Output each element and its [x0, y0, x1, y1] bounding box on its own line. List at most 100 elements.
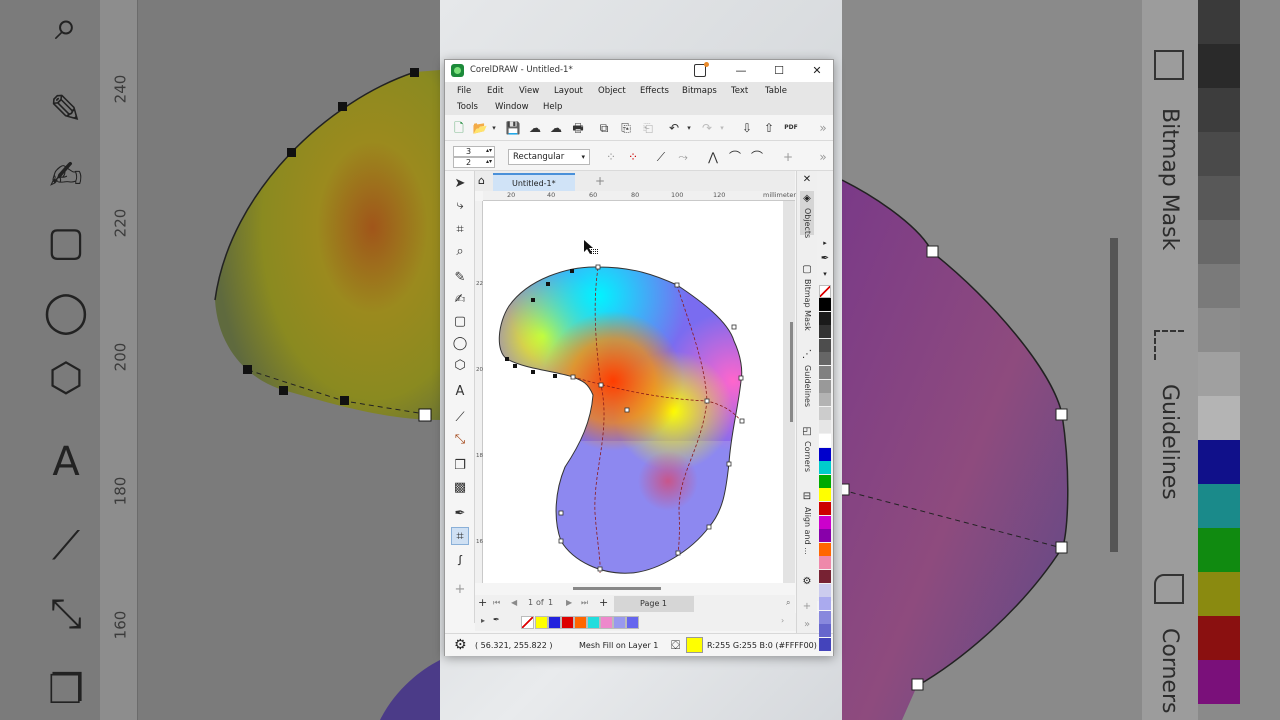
bitmap-mask-icon[interactable]: ▢	[801, 264, 813, 276]
palette-swatch[interactable]	[613, 616, 626, 629]
docker-more-icon[interactable]: »	[801, 619, 813, 631]
next-page-icon[interactable]: ▶	[566, 598, 572, 607]
palette-eyedropper-icon[interactable]: ✒	[493, 615, 500, 624]
tab-bitmap-mask[interactable]: Bitmap Mask	[803, 279, 812, 331]
menu-file[interactable]: File	[457, 86, 471, 96]
palette-swatch[interactable]	[819, 393, 831, 407]
palette-swatch[interactable]	[819, 338, 831, 352]
redo-icon[interactable]: ↷	[699, 120, 715, 136]
freehand-tool-icon[interactable]: ✎	[451, 269, 469, 287]
menu-table[interactable]: Table	[765, 86, 787, 96]
drawing-canvas[interactable]	[483, 201, 795, 583]
spin-arrows-icon[interactable]: ▴▾	[486, 146, 492, 156]
palette-swatch[interactable]	[819, 352, 831, 366]
first-page-icon[interactable]: ⏮	[493, 598, 500, 608]
paste-icon[interactable]: ⎗	[640, 120, 656, 136]
open-dropdown-icon[interactable]: ▾	[486, 120, 502, 136]
align-icon[interactable]: ⊟	[801, 491, 813, 503]
menu-layout[interactable]: Layout	[554, 86, 583, 96]
palette-scroll-icon[interactable]: ›	[781, 616, 784, 625]
add-icon[interactable]: +	[780, 149, 796, 165]
palette-swatch[interactable]	[819, 570, 831, 583]
maximize-button[interactable]: ☐	[767, 62, 791, 80]
tab-align[interactable]: Align and ...	[803, 507, 812, 555]
cloud-download-icon[interactable]: ☁	[527, 120, 543, 136]
eyedropper-tool-icon[interactable]: ✒	[451, 505, 469, 523]
horizontal-scrollbar[interactable]	[573, 587, 661, 590]
gear-icon[interactable]: ⚙	[454, 637, 467, 653]
more-options-icon[interactable]: »	[815, 120, 831, 136]
palette-swatch[interactable]	[819, 529, 831, 543]
menu-text[interactable]: Text	[731, 86, 748, 96]
menu-effects[interactable]: Effects	[640, 86, 669, 96]
undo-icon[interactable]: ↶	[666, 120, 682, 136]
docker-options-icon[interactable]: ⚙	[801, 576, 813, 588]
palette-up-icon[interactable]: ▸	[819, 237, 831, 249]
add-tool-icon[interactable]: +	[451, 581, 469, 599]
palette-swatch[interactable]	[819, 461, 831, 475]
tab-page-1[interactable]: Page 1	[614, 596, 694, 612]
palette-swatch[interactable]	[574, 616, 587, 629]
menu-window[interactable]: Window	[495, 102, 529, 112]
palette-swatch[interactable]	[819, 515, 831, 529]
no-color-swatch[interactable]	[521, 616, 534, 629]
palette-swatch[interactable]	[587, 616, 600, 629]
palette-swatch[interactable]	[819, 325, 831, 339]
redo-dropdown-icon[interactable]: ▾	[714, 120, 730, 136]
menu-help[interactable]: Help	[543, 102, 562, 112]
pick-tool-icon[interactable]: ➤	[451, 175, 469, 193]
minimize-button[interactable]: —	[729, 62, 753, 80]
more-options-icon[interactable]: »	[815, 149, 831, 165]
menu-view[interactable]: View	[519, 86, 539, 96]
copy-icon[interactable]: ⎘	[618, 120, 634, 136]
home-icon[interactable]: ⌂	[478, 175, 490, 187]
delete-node-icon[interactable]: ⁘	[625, 149, 641, 165]
smooth-node-icon[interactable]: ⌒	[727, 149, 743, 165]
palette-swatch[interactable]	[819, 434, 831, 447]
close-button[interactable]: ✕	[805, 62, 829, 80]
mesh-cols-input[interactable]: 2 ▴▾	[453, 157, 495, 168]
zoom-canvas-icon[interactable]: ⌕	[786, 598, 790, 608]
undo-dropdown-icon[interactable]: ▾	[681, 120, 697, 136]
text-tool-icon[interactable]: A	[451, 383, 469, 401]
palette-swatch[interactable]	[819, 502, 831, 515]
menu-object[interactable]: Object	[598, 86, 626, 96]
palette-swatch[interactable]	[819, 447, 831, 461]
vertical-scrollbar[interactable]	[790, 322, 793, 422]
objects-icon[interactable]: ◈	[801, 193, 813, 205]
transparency-tool-icon[interactable]: ▩	[451, 479, 469, 497]
add-node-icon[interactable]: ⁘	[603, 149, 619, 165]
palette-swatch[interactable]	[819, 298, 831, 311]
palette-swatch[interactable]	[819, 597, 831, 611]
palette-swatch[interactable]	[819, 311, 831, 325]
smart-fill-tool-icon[interactable]: ꭍ	[451, 553, 469, 571]
tab-corners[interactable]: Corners	[803, 441, 812, 472]
crop-tool-icon[interactable]: ⌗	[451, 221, 469, 239]
shape-tool-icon[interactable]: ⤷	[451, 197, 469, 215]
palette-swatch[interactable]	[819, 366, 831, 379]
to-line-icon[interactable]: ⟋	[653, 149, 669, 165]
palette-swatch[interactable]	[819, 610, 831, 624]
parallel-dimension-tool-icon[interactable]: ⟋	[451, 409, 469, 427]
save-icon[interactable]: 💾	[505, 120, 521, 136]
polygon-tool-icon[interactable]: ⬡	[451, 357, 469, 375]
palette-swatch[interactable]	[600, 616, 613, 629]
palette-swatch[interactable]	[819, 379, 831, 393]
menu-edit[interactable]: Edit	[487, 86, 503, 96]
palette-swatch[interactable]	[548, 616, 561, 629]
add-docker-icon[interactable]: +	[801, 601, 813, 613]
new-document-icon[interactable]: 🗋	[451, 120, 467, 136]
palette-swatch[interactable]	[819, 406, 831, 420]
palette-swatch[interactable]	[819, 583, 831, 597]
menu-bitmaps[interactable]: Bitmaps	[682, 86, 717, 96]
palette-swatch[interactable]	[626, 616, 639, 629]
palette-swatch[interactable]	[819, 488, 831, 502]
tab-objects[interactable]: Objects	[803, 208, 812, 238]
rectangle-tool-icon[interactable]: ▢	[451, 313, 469, 331]
connector-tool-icon[interactable]: ⤡	[451, 431, 469, 449]
artistic-media-tool-icon[interactable]: ✍	[451, 291, 469, 309]
palette-eyedropper-icon[interactable]: ✒	[819, 253, 831, 265]
guidelines-icon[interactable]: ⋰	[801, 349, 813, 361]
palette-swatch[interactable]	[819, 542, 831, 556]
print-icon[interactable]: 🖶	[570, 120, 586, 136]
